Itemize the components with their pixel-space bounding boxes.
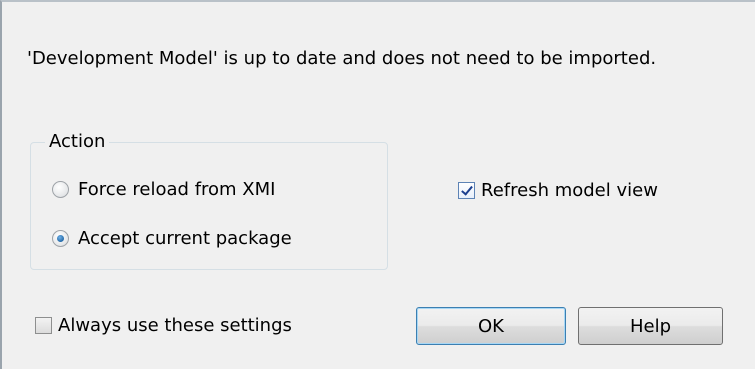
help-button[interactable]: Help [578, 307, 723, 345]
status-message: 'Development Model' is up to date and do… [27, 48, 657, 69]
always-use-settings-label: Always use these settings [58, 315, 292, 336]
refresh-model-view-checkbox[interactable] [458, 182, 475, 199]
always-use-settings-checkbox[interactable] [35, 317, 52, 334]
ok-button[interactable]: OK [416, 307, 566, 345]
radio-force-reload[interactable]: Force reload from XMI [52, 179, 275, 200]
refresh-model-view-label: Refresh model view [481, 180, 658, 201]
radio-force-reload-label: Force reload from XMI [78, 179, 276, 200]
action-groupbox: Action [30, 130, 388, 270]
radio-button-unselected[interactable] [52, 181, 69, 198]
radio-accept-current-label: Accept current package [78, 228, 292, 249]
radio-accept-current[interactable]: Accept current package [52, 228, 292, 249]
action-group-title: Action [45, 130, 110, 154]
refresh-model-view-checkbox-row[interactable]: Refresh model view [458, 180, 658, 201]
import-dialog: 'Development Model' is up to date and do… [0, 0, 755, 369]
radio-button-selected[interactable] [52, 230, 69, 247]
always-use-settings-checkbox-row[interactable]: Always use these settings [35, 315, 292, 336]
